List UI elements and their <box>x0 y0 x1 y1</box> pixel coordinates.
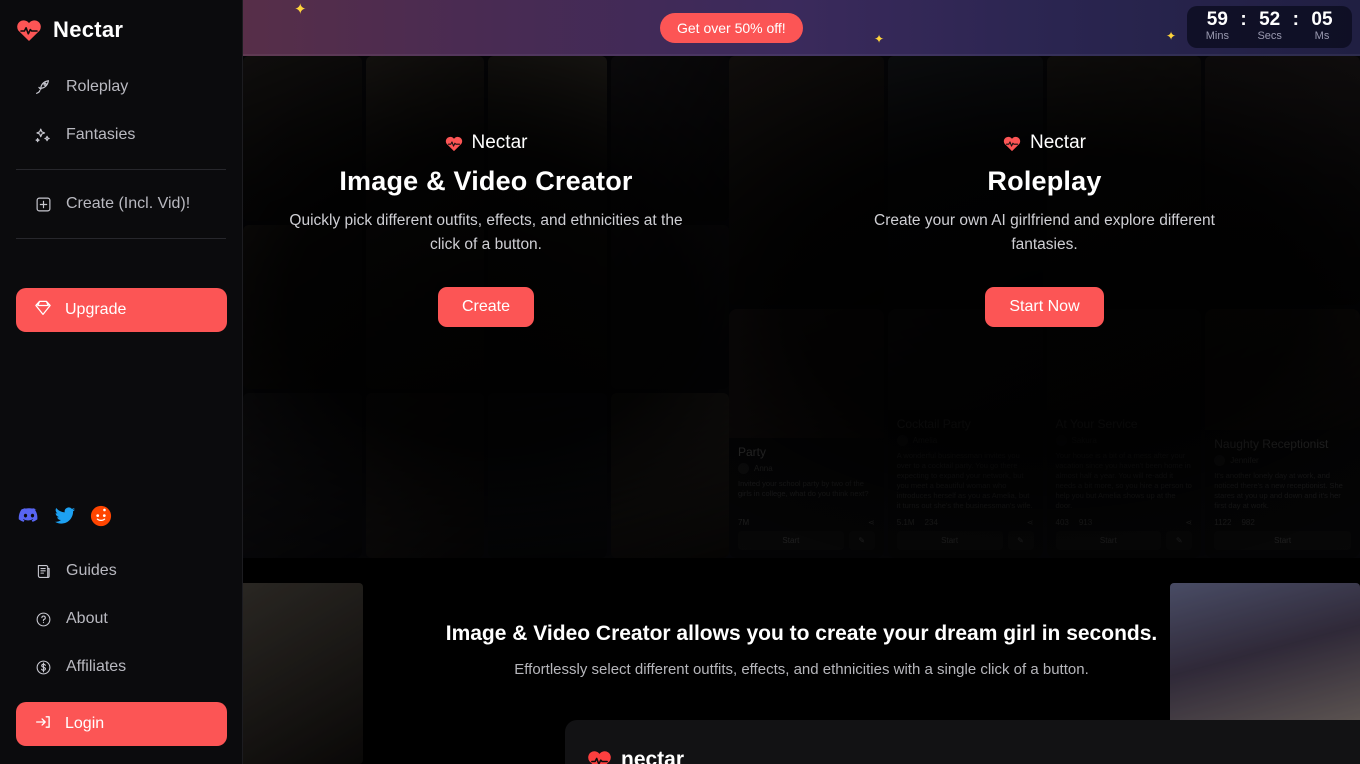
discord-icon[interactable] <box>18 505 40 527</box>
countdown-ms-label: Ms <box>1314 30 1330 42</box>
sidebar-item-label: Create (Incl. Vid)! <box>66 195 191 212</box>
hero-create-button[interactable]: Create <box>437 287 535 327</box>
sidebar-bottom-nav: Guides About Affiliates <box>0 545 243 693</box>
sidebar-item-affiliates[interactable]: Affiliates <box>16 645 227 689</box>
countdown-separator: : <box>1292 9 1299 30</box>
countdown-ms-value: 05 <box>1311 9 1333 30</box>
sidebar-divider <box>16 238 226 239</box>
hero-panel-image-video-creator[interactable]: Nectar Image & Video Creator Quickly pic… <box>243 56 729 558</box>
hero-right-overlay: Nectar Roleplay Create your own AI girlf… <box>729 56 1360 558</box>
sidebar-brand-label: Nectar <box>53 17 124 42</box>
feature-section-title: Image & Video Creator allows you to crea… <box>445 622 1158 645</box>
sidebar: Nectar Roleplay Fantasies Create (Incl. … <box>0 0 243 764</box>
countdown-secs: 52 Secs <box>1252 10 1288 43</box>
book-icon <box>34 562 52 580</box>
sparkle-icon: ✦ <box>294 1 307 18</box>
countdown-secs-value: 52 <box>1259 9 1281 30</box>
countdown-mins-label: Mins <box>1205 30 1229 42</box>
hero-left-title: Image & Video Creator <box>339 166 633 196</box>
plus-square-icon <box>34 195 52 213</box>
sidebar-item-label: About <box>66 610 108 627</box>
hero-right-subtitle: Create your own AI girlfriend and explor… <box>874 212 1215 253</box>
sidebar-divider <box>16 169 226 170</box>
sidebar-item-label: Roleplay <box>66 78 129 95</box>
hero-start-now-button[interactable]: Start Now <box>985 287 1104 327</box>
feature-panel-brand-label: nectar <box>621 748 685 764</box>
hero-left-overlay: Nectar Image & Video Creator Quickly pic… <box>243 56 729 558</box>
countdown-mins: 59 Mins <box>1199 10 1235 43</box>
feature-panel-brand: nectar <box>565 720 1360 764</box>
hero-right-title: Roleplay <box>987 166 1102 196</box>
sidebar-brand[interactable]: Nectar <box>0 0 242 43</box>
countdown-mins-value: 59 <box>1206 9 1228 30</box>
login-button-label: Login <box>65 715 105 732</box>
hero-left-brand-label: Nectar <box>471 132 528 153</box>
sidebar-nav: Roleplay Fantasies Create (Incl. Vid)! <box>0 43 242 239</box>
heart-logo-icon <box>1003 136 1021 151</box>
question-circle-icon <box>34 610 52 628</box>
login-button[interactable]: Login <box>16 702 227 746</box>
countdown-timer: 59 Mins : 52 Secs : 05 Ms <box>1187 6 1352 48</box>
heart-logo-icon <box>588 750 611 764</box>
hero-left-brand: Nectar <box>445 132 528 154</box>
dollar-circle-icon <box>34 658 52 676</box>
heart-logo-icon <box>445 136 462 151</box>
sidebar-item-about[interactable]: About <box>16 597 227 641</box>
countdown-ms: 05 Ms <box>1304 10 1340 43</box>
feature-section-subtitle: Effortlessly select different outfits, e… <box>514 661 1089 678</box>
sidebar-item-roleplay[interactable]: Roleplay <box>16 65 226 109</box>
upgrade-button[interactable]: Upgrade <box>16 288 227 332</box>
reddit-icon[interactable] <box>90 505 112 527</box>
upgrade-button-label: Upgrade <box>65 301 127 318</box>
hero-section: Nectar Image & Video Creator Quickly pic… <box>243 56 1360 558</box>
hero-right-brand-label: Nectar <box>1030 132 1086 153</box>
sidebar-item-label: Fantasies <box>66 126 136 143</box>
promo-cta-button[interactable]: Get over 50% off! <box>660 13 803 43</box>
sparkles-icon <box>34 126 52 144</box>
sidebar-item-create[interactable]: Create (Incl. Vid)! <box>16 182 226 226</box>
twitter-icon[interactable] <box>54 505 76 527</box>
hero-left-subtitle: Quickly pick different outfits, effects,… <box>289 212 683 253</box>
sparkle-icon: ✦ <box>1166 29 1177 43</box>
sidebar-item-fantasies[interactable]: Fantasies <box>16 113 226 157</box>
hero-right-brand: Nectar <box>1003 132 1086 154</box>
countdown-secs-label: Secs <box>1257 30 1282 42</box>
countdown-separator: : <box>1240 9 1247 30</box>
sidebar-socials <box>18 505 112 527</box>
sidebar-item-guides[interactable]: Guides <box>16 549 227 593</box>
diamond-icon <box>34 299 52 322</box>
heart-logo-icon <box>17 20 41 41</box>
hero-panel-roleplay[interactable]: Party Anna Invited your school party by … <box>729 56 1360 558</box>
sidebar-item-label: Guides <box>66 562 117 579</box>
login-arrow-icon <box>34 713 52 736</box>
sidebar-item-label: Affiliates <box>66 658 127 675</box>
feature-preview-panel: nectar <box>565 720 1360 764</box>
feature-section: Image & Video Creator allows you to crea… <box>243 558 1360 764</box>
sparkle-icon: ✦ <box>874 32 885 46</box>
rocket-icon <box>34 78 52 96</box>
app-root: ✦ ✦ ✦ ve! Get over 50% off! 59 Mins : 52… <box>0 0 1360 764</box>
